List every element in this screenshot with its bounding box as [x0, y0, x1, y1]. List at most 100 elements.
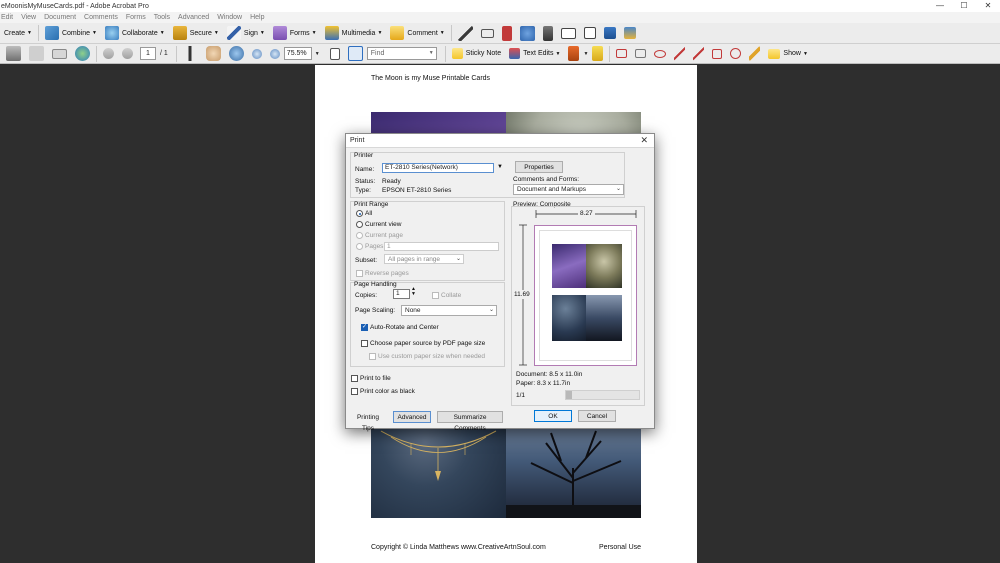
forms-button[interactable]: Forms ▼	[269, 24, 321, 42]
subset-select[interactable]: All pages in range ⌄	[384, 254, 464, 264]
chevron-down-icon[interactable]: ▼	[429, 48, 434, 59]
crop-tool-icon[interactable]	[560, 27, 576, 39]
page-scaling-select[interactable]: None ⌄	[401, 305, 497, 316]
close-icon[interactable]: ✕	[640, 135, 648, 146]
auto-rotate-checkbox[interactable]	[361, 323, 368, 331]
maximize-button[interactable]: ☐	[952, 0, 976, 12]
range-all-radio[interactable]	[356, 210, 363, 217]
copies-stepper-icon[interactable]: ▲ ▼	[411, 287, 416, 297]
link-tool-icon[interactable]	[501, 25, 512, 41]
collaborate-button[interactable]: Collaborate ▼	[101, 24, 169, 42]
document-tool-icon[interactable]	[583, 27, 596, 39]
fit-width-icon[interactable]	[347, 46, 363, 61]
cloud-icon[interactable]	[654, 49, 667, 58]
save-icon[interactable]	[29, 46, 44, 61]
collate-checkbox[interactable]	[432, 292, 439, 299]
range-current-page-radio[interactable]	[356, 232, 363, 239]
range-pages-input[interactable]: 1	[384, 242, 499, 251]
chevron-down-icon: ▼	[555, 50, 561, 57]
minimize-button[interactable]: —	[928, 0, 952, 12]
combine-button[interactable]: Combine ▼	[41, 24, 101, 42]
advanced-button[interactable]: Advanced	[393, 411, 431, 423]
summarize-comments-button[interactable]: Summarize Comments	[437, 411, 503, 432]
email-icon[interactable]	[52, 48, 67, 59]
menu-tools[interactable]: Tools	[154, 14, 170, 21]
text-field-tool-icon[interactable]	[480, 28, 494, 38]
text-edits-button[interactable]: Text Edits ▼	[505, 45, 564, 63]
secure-button[interactable]: Secure ▼	[169, 24, 223, 42]
reverse-pages-checkbox[interactable]	[356, 270, 363, 277]
chevron-down-icon[interactable]: ▼	[315, 51, 320, 57]
stamp-icon[interactable]	[568, 46, 580, 61]
menu-document[interactable]: Document	[44, 14, 76, 21]
zoom-level-input[interactable]: 75.5%	[283, 47, 312, 60]
properties-button[interactable]: Properties	[515, 161, 563, 173]
forms-label: Forms	[289, 29, 310, 37]
preview-page-slider[interactable]	[565, 390, 640, 400]
window-controls: — ☐ ✕	[928, 0, 1000, 12]
range-pages-radio[interactable]	[356, 243, 363, 250]
ok-button[interactable]: OK	[534, 410, 572, 422]
preview-card-chandelier	[552, 295, 586, 341]
select-text-icon[interactable]	[182, 46, 198, 61]
menu-edit[interactable]: Edit	[1, 14, 13, 21]
printing-tips-button[interactable]: Printing Tips	[350, 411, 386, 432]
line-icon[interactable]	[693, 46, 705, 61]
hand-tool-icon[interactable]	[205, 46, 221, 61]
globe-icon[interactable]	[75, 46, 90, 61]
zoom-in-icon[interactable]	[269, 48, 280, 59]
highlight-icon[interactable]	[592, 46, 604, 61]
find-placeholder: Find	[370, 50, 385, 57]
next-page-icon[interactable]	[122, 48, 133, 59]
stamp-tool-icon[interactable]	[542, 25, 553, 41]
callout-icon[interactable]	[616, 49, 628, 58]
previous-page-icon[interactable]	[103, 48, 114, 59]
use-custom-paper-checkbox[interactable]	[369, 353, 376, 360]
attach-tool-icon[interactable]	[519, 25, 535, 41]
text-box-icon[interactable]	[635, 49, 647, 58]
comments-forms-select[interactable]: Document and Markups ⌄	[513, 184, 624, 195]
rectangle-icon[interactable]	[712, 48, 723, 59]
fit-page-icon[interactable]	[329, 47, 340, 60]
menu-comments[interactable]: Comments	[84, 14, 118, 21]
chevron-down-icon[interactable]: ▼	[497, 164, 503, 170]
multimedia-button[interactable]: Multimedia ▼	[321, 24, 387, 42]
print-to-file-checkbox[interactable]	[351, 375, 358, 382]
choose-paper-source-checkbox[interactable]	[361, 340, 368, 347]
oval-icon[interactable]	[730, 48, 742, 59]
close-window-button[interactable]: ✕	[976, 0, 1000, 12]
sign-button[interactable]: Sign ▼	[223, 24, 269, 42]
cancel-button[interactable]: Cancel	[578, 410, 616, 422]
edit-document-icon[interactable]	[623, 27, 636, 39]
copies-input[interactable]: 1	[393, 289, 410, 299]
menu-view[interactable]: View	[21, 14, 36, 21]
printer-name-select[interactable]: ET-2810 Series(Network)	[382, 163, 494, 173]
menu-advanced[interactable]: Advanced	[178, 14, 209, 21]
multimedia-icon	[324, 26, 339, 40]
range-current-view-label: Current view	[365, 221, 402, 228]
slider-thumb[interactable]	[566, 391, 572, 399]
menu-window[interactable]: Window	[217, 14, 242, 21]
menu-forms[interactable]: Forms	[126, 14, 146, 21]
choose-paper-source-label: Choose paper source by PDF page size	[370, 340, 486, 347]
print-color-black-checkbox[interactable]	[351, 388, 358, 395]
print-icon[interactable]	[6, 46, 21, 61]
zoom-tool-icon[interactable]	[228, 46, 244, 61]
menu-help[interactable]: Help	[250, 14, 264, 21]
show-button[interactable]: Show ▼	[764, 45, 811, 63]
page-scaling-label: Page Scaling:	[355, 307, 396, 314]
comment-button[interactable]: Comment ▼	[386, 24, 448, 42]
arrow-icon[interactable]	[674, 46, 686, 61]
select-tool-icon[interactable]	[457, 25, 473, 41]
range-current-view-radio[interactable]	[356, 221, 363, 228]
arrow-tool-icon[interactable]	[603, 27, 616, 39]
create-button[interactable]: Create ▼	[0, 24, 36, 42]
sticky-note-button[interactable]: Sticky Note	[448, 45, 505, 63]
zoom-out-icon[interactable]	[251, 48, 262, 59]
chevron-down-icon[interactable]: ▼	[583, 51, 588, 57]
find-input[interactable]: Find ▼	[366, 47, 437, 60]
chevron-down-icon: ▼	[377, 30, 383, 36]
paper-size: Paper: 8.3 x 11.7in	[516, 380, 571, 387]
pencil-icon[interactable]	[749, 46, 761, 61]
page-number-input[interactable]: 1	[140, 47, 156, 60]
